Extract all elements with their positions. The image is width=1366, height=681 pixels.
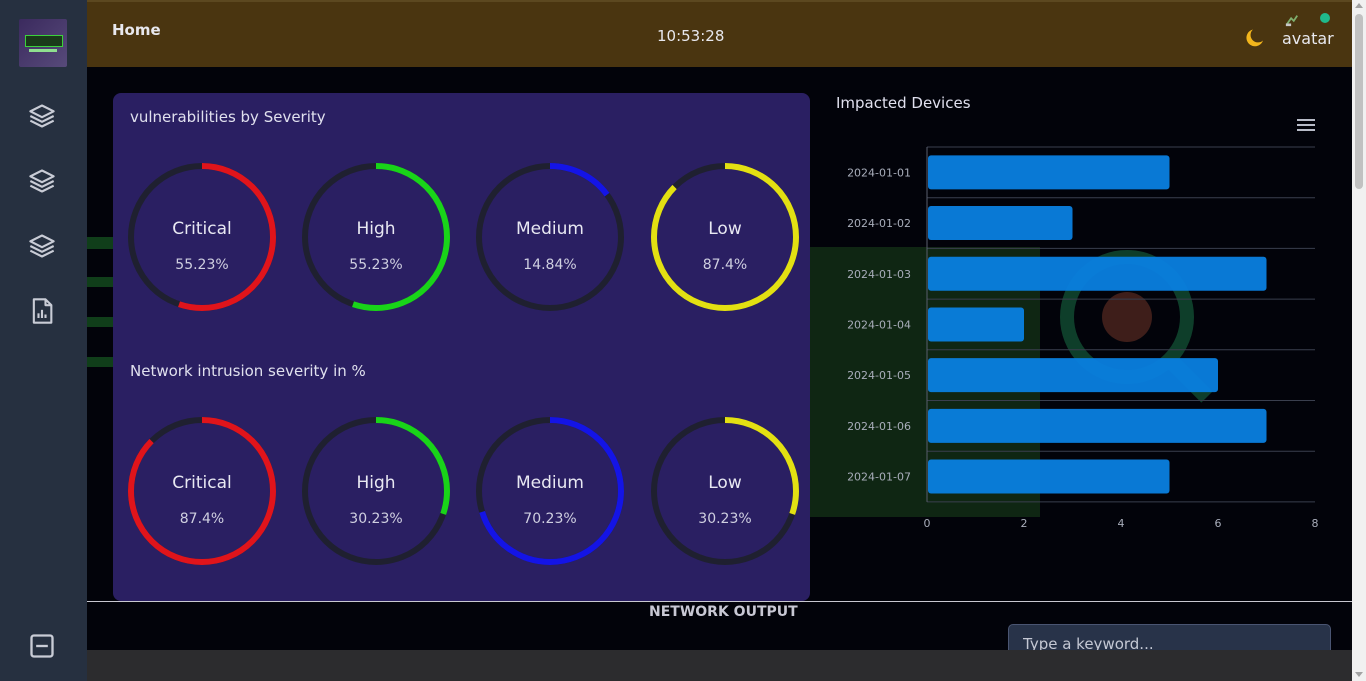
gauge-intrusion-medium: Medium 70.23% xyxy=(475,416,625,566)
category-label: 2024-01-06 xyxy=(847,420,911,433)
severity-panel: vulnerabilities by Severity Critical 55.… xyxy=(113,93,810,601)
clock: 10:53:28 xyxy=(657,27,725,45)
category-label: 2024-01-01 xyxy=(847,166,911,179)
app-logo[interactable] xyxy=(19,19,67,67)
panel-icon[interactable] xyxy=(28,632,56,660)
bar xyxy=(928,459,1170,494)
gauge-intrusion-high: High 30.23% xyxy=(301,416,451,566)
bar xyxy=(928,408,1267,443)
layers-icon[interactable] xyxy=(28,167,56,195)
gauge-value: 87.4% xyxy=(702,257,748,273)
gauge-vuln-high: High 55.23% xyxy=(301,162,451,312)
chart-title: Impacted Devices xyxy=(836,94,971,112)
bar xyxy=(928,307,1024,342)
network-output-title: NETWORK OUTPUT xyxy=(649,604,798,620)
gauge-label: Low xyxy=(708,219,742,239)
x-tick-label: 2 xyxy=(1021,517,1028,530)
report-icon[interactable] xyxy=(28,297,56,325)
x-tick-label: 4 xyxy=(1118,517,1125,530)
output-area xyxy=(87,650,1352,681)
category-label: 2024-01-02 xyxy=(847,217,911,230)
gauge-value: 70.23% xyxy=(523,511,577,527)
gauge-vuln-medium: Medium 14.84% xyxy=(475,162,625,312)
x-tick-label: 8 xyxy=(1312,517,1319,530)
gauge-value: 55.23% xyxy=(349,257,403,273)
category-label: 2024-01-03 xyxy=(847,268,911,281)
bar xyxy=(928,206,1073,241)
scroll-down-arrow[interactable] xyxy=(1355,672,1363,677)
x-tick-label: 6 xyxy=(1215,517,1222,530)
gauge-label: High xyxy=(356,219,396,239)
category-label: 2024-01-07 xyxy=(847,471,911,484)
gauge-label: Medium xyxy=(516,219,584,239)
vertical-scrollbar[interactable] xyxy=(1352,0,1366,681)
gauge-value: 87.4% xyxy=(179,511,225,527)
gauge-intrusion-low: Low 30.23% xyxy=(650,416,800,566)
layers-icon[interactable] xyxy=(28,102,56,130)
status-dot xyxy=(1320,13,1330,23)
category-label: 2024-01-05 xyxy=(847,369,911,382)
gauge-intrusion-critical: Critical 87.4% xyxy=(127,416,277,566)
main-content: vulnerabilities by Severity Critical 55.… xyxy=(87,67,1352,601)
broken-image-icon xyxy=(1285,15,1298,27)
gauge-label: Low xyxy=(708,473,742,493)
bar xyxy=(928,358,1218,393)
gauge-label: Critical xyxy=(172,473,232,493)
gauge-value: 55.23% xyxy=(175,257,229,273)
bar xyxy=(928,256,1267,291)
category-label: 2024-01-04 xyxy=(847,318,911,331)
bar xyxy=(928,155,1170,190)
gauge-value: 30.23% xyxy=(698,511,752,527)
gauge-label: Medium xyxy=(516,473,584,493)
intrusion-title: Network intrusion severity in % xyxy=(130,362,366,380)
avatar[interactable]: avatar xyxy=(1282,29,1334,48)
x-tick-label: 0 xyxy=(924,517,931,530)
scroll-up-arrow[interactable] xyxy=(1355,3,1363,8)
gauge-vuln-low: Low 87.4% xyxy=(650,162,800,312)
chart-menu-icon[interactable] xyxy=(1297,118,1315,132)
scrollbar-thumb[interactable] xyxy=(1355,14,1363,189)
vulnerabilities-title: vulnerabilities by Severity xyxy=(130,108,326,126)
page-title: Home xyxy=(112,21,161,39)
layers-icon[interactable] xyxy=(28,232,56,260)
sidebar xyxy=(0,0,88,681)
gauge-label: High xyxy=(356,473,396,493)
impacted-devices-chart: 2024-01-01 2024-01-02 2024-01-03 2024-01-04… xyxy=(847,146,1319,530)
top-bar: Home 10:53:28 avatar xyxy=(87,0,1352,67)
moon-icon[interactable] xyxy=(1243,26,1267,50)
gauge-value: 30.23% xyxy=(349,511,403,527)
gauge-value: 14.84% xyxy=(523,257,577,273)
gauge-label: Critical xyxy=(172,219,232,239)
gauge-vuln-critical: Critical 55.23% xyxy=(127,162,277,312)
